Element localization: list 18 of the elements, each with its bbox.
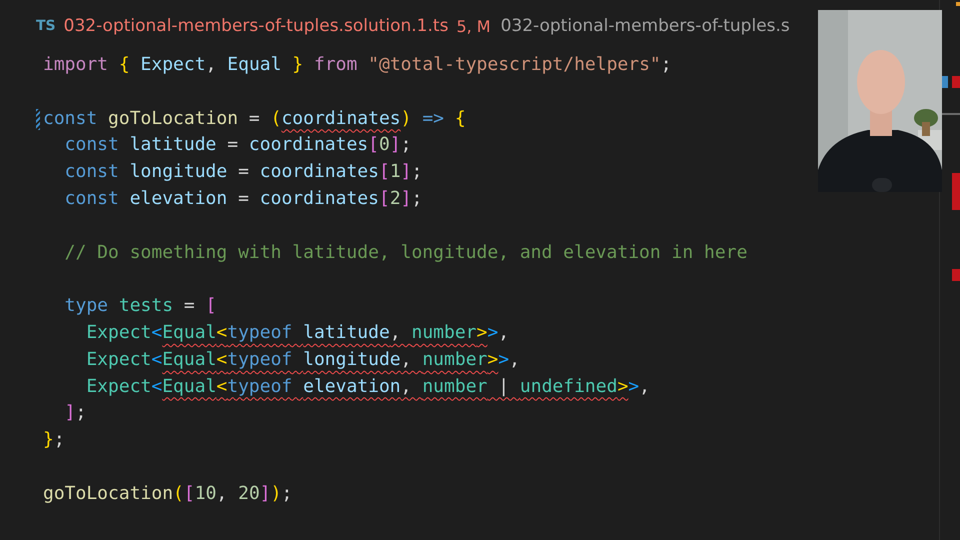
code-line: Expect<Equal<typeof longitude, number>>, — [85, 348, 520, 372]
code-line: const elevation = coordinates[2]; — [64, 186, 422, 211]
code-line: const longitude = coordinates[1]; — [64, 160, 422, 184]
code-line: ]; — [64, 401, 86, 426]
code-line: import { Expect, Equal } from "@total-typescript/helpers"; — [43, 53, 672, 77]
code-line: type tests = [ — [64, 294, 216, 318]
code-line: const latitude = coordinates[0]; — [64, 133, 412, 158]
code-line: }; — [43, 428, 65, 452]
tab-title: 032-optional-members-of-tuples.solution.1.ts — [64, 16, 448, 36]
problem-count: 5, M — [456, 16, 491, 36]
code-line: const goToLocation = (coordinates) => { — [43, 106, 466, 132]
editor-tab[interactable]: TS 032-optional-members-of-tuples.solution.1.ts 5, M — [36, 16, 491, 36]
code-line: Expect<Equal<typeof elevation, number | undefined>>, — [85, 374, 650, 399]
code-line: goToLocation([10, 20]); — [43, 482, 292, 506]
typescript-file-icon: TS — [36, 18, 56, 34]
editor-tab[interactable]: 032-optional-members-of-tuples.s — [500, 16, 790, 36]
code-line: Expect<Equal<typeof latitude, number>>, — [85, 320, 510, 345]
code-line: // Do something with latitude, longitude, and elevation in here — [64, 240, 748, 265]
